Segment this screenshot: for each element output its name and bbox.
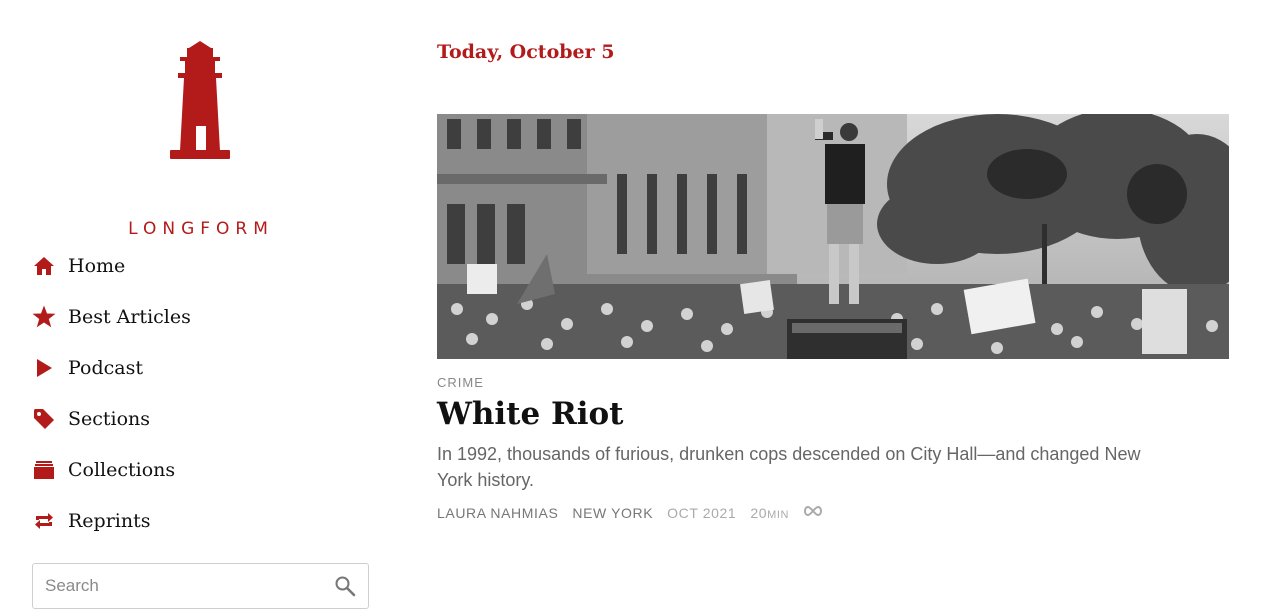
article-hero-image[interactable] [437, 114, 1229, 359]
date-heading: Today, October 5 [437, 41, 615, 63]
riot-photo [437, 114, 1229, 359]
nav-item-reprints[interactable]: Reprints [32, 495, 191, 546]
nav-label-collections: Collections [68, 458, 176, 481]
search-box [32, 563, 369, 609]
sidebar: LONGFORM Home Best Articles Podcast Sect… [0, 0, 400, 614]
tag-icon [32, 407, 56, 431]
logo-text: LONGFORM [128, 219, 274, 239]
nav-label-sections: Sections [68, 407, 151, 430]
nav-label-home: Home [68, 254, 126, 277]
search-input[interactable] [45, 564, 325, 608]
play-icon [32, 356, 56, 380]
main-nav: Home Best Articles Podcast Sections Coll… [32, 240, 191, 546]
search-icon[interactable] [334, 575, 356, 597]
nav-item-collections[interactable]: Collections [32, 444, 191, 495]
star-icon [32, 305, 56, 329]
repeat-icon [32, 509, 56, 533]
nav-label-reprints: Reprints [68, 509, 151, 532]
nav-label-best-articles: Best Articles [68, 305, 191, 328]
article-category[interactable]: CRIME [437, 375, 484, 390]
nav-label-podcast: Podcast [68, 356, 143, 379]
article-duration: 20MIN [750, 505, 789, 521]
duration-value: 20 [750, 504, 768, 521]
nav-item-podcast[interactable]: Podcast [32, 342, 191, 393]
lighthouse-icon [170, 41, 230, 159]
article-title[interactable]: White Riot [437, 396, 624, 432]
duration-unit: MIN [767, 508, 790, 521]
nav-item-sections[interactable]: Sections [32, 393, 191, 444]
article-publication[interactable]: NEW YORK [572, 505, 653, 521]
article-date: OCT 2021 [667, 504, 737, 521]
stack-icon [32, 458, 56, 482]
site-logo[interactable]: LONGFORM [0, 38, 400, 239]
home-icon [32, 254, 56, 278]
article-summary: In 1992, thousands of furious, drunken c… [437, 444, 1141, 490]
article-meta: LAURA NAHMIAS NEW YORK OCT 2021 20MIN [437, 503, 837, 522]
article-author[interactable]: LAURA NAHMIAS [437, 505, 558, 521]
nav-item-best-articles[interactable]: Best Articles [32, 291, 191, 342]
nav-item-home[interactable]: Home [32, 240, 191, 291]
infinity-icon[interactable] [803, 501, 823, 522]
